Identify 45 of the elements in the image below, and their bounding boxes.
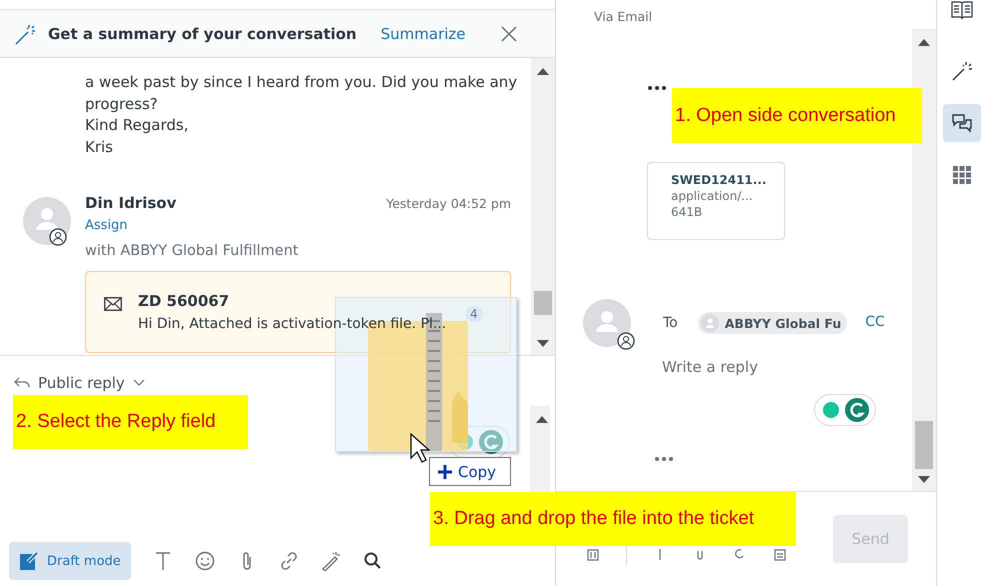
emoji-icon[interactable] [194, 551, 215, 571]
to-label: To [663, 315, 678, 331]
card-title: ZD 560067 [138, 292, 230, 310]
card-preview: Hi Din, Attached is activation-token file. Pl... [138, 316, 446, 332]
draft-mode-button[interactable]: Draft mode [9, 542, 131, 580]
close-icon[interactable] [501, 26, 517, 42]
plus-icon [437, 464, 453, 480]
cursor-icon [410, 433, 430, 463]
chevron-icon [132, 379, 145, 387]
envelope-icon [104, 297, 122, 311]
via-text: with ABBYY Global Fulfillment [85, 243, 300, 259]
summarize-link[interactable]: Summarize [380, 24, 466, 42]
message-text: Kris [85, 136, 114, 158]
scrollbar[interactable] [531, 58, 555, 355]
attachment-type: application/... [671, 189, 754, 203]
magic-wand-icon[interactable] [320, 551, 341, 571]
attachment-name: SWED12411... [671, 173, 768, 187]
message-text: a week past by since I heard from you. Did you make any [85, 72, 518, 93]
message-text: Kind Regards, [85, 115, 190, 136]
chat-icon[interactable] [943, 104, 981, 142]
edit-icon [19, 551, 39, 571]
attachment-size: 641B [671, 205, 704, 219]
more-icon[interactable] [648, 86, 666, 90]
attachment-card[interactable]: SWED12411... application/... 641B [647, 162, 785, 240]
cc-link[interactable]: CC [865, 314, 885, 330]
banner-title: Get a summary of your conversation [48, 24, 357, 42]
channel-label: Via Email [593, 8, 654, 26]
author-name: Din Idrisov [85, 194, 176, 212]
avatar-icon [700, 314, 719, 332]
annotation-callout: 1. Open side conversation [672, 88, 922, 143]
assign-link[interactable]: Assign [85, 218, 511, 233]
scrollbar[interactable] [912, 29, 936, 491]
annotation-callout: 2. Select the Reply field [13, 395, 248, 449]
reply-type-dropdown[interactable]: Public reply [0, 356, 555, 392]
document-icon[interactable] [773, 547, 787, 561]
message-time: Yesterday 04:52 pm [386, 196, 511, 211]
recipient-chip[interactable]: ABBYY Global Fu [698, 312, 848, 334]
scrollbar[interactable] [530, 406, 550, 494]
grammarly-widget[interactable] [814, 394, 876, 426]
trash-icon[interactable] [586, 547, 600, 561]
message-text: progress? [85, 94, 159, 114]
reply-icon [14, 377, 30, 389]
search-icon[interactable] [362, 551, 383, 571]
annotation-callout: 3. Drag and drop the file into the ticket [430, 492, 796, 546]
drop-effect-tooltip: Copy [429, 457, 511, 486]
